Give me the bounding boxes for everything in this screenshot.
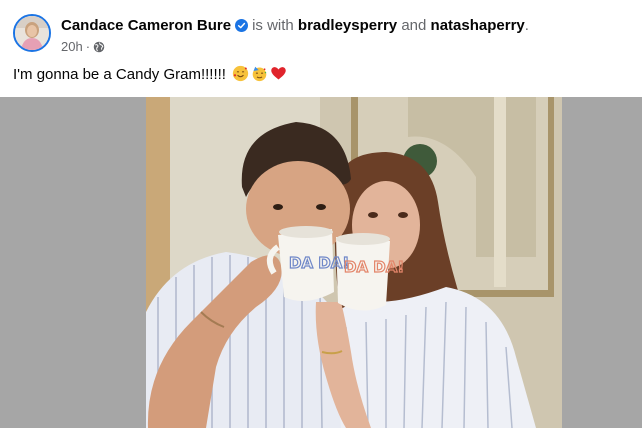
mug-right-text: DA DA! <box>344 258 404 276</box>
post-meta: 20h · <box>61 39 105 57</box>
post-timestamp[interactable]: 20h <box>61 39 83 54</box>
and-text: and <box>401 17 427 34</box>
avatar-image <box>15 16 49 50</box>
tagged-user-bradleysperry[interactable]: bradleysperry <box>298 17 397 34</box>
red-heart-icon <box>270 65 287 88</box>
post-photo-area[interactable]: DA DA! DA DA! <box>0 97 642 428</box>
post-photo[interactable]: DA DA! DA DA! <box>146 97 562 428</box>
tagged-user-natashaperry[interactable]: natashaperry <box>431 17 525 34</box>
couple-photo-image: DA DA! DA DA! <box>146 97 562 428</box>
meta-separator: · <box>85 39 91 54</box>
smiling-face-with-hearts-icon <box>232 65 249 88</box>
post-caption: I'm gonna be a Candy Gram!!!!!! <box>13 65 287 88</box>
caption-text: I'm gonna be a Candy Gram!!!!!! <box>13 66 226 83</box>
period-text: . <box>524 17 529 34</box>
mug-left-text: DA DA! <box>289 254 349 272</box>
post-header: Candace Cameron Bure is with bradleysperr… <box>0 0 642 97</box>
verified-badge-icon <box>235 18 249 38</box>
globe-icon[interactable] <box>93 41 105 57</box>
author-line: Candace Cameron Bure is with bradleysperr… <box>61 16 529 38</box>
author-name[interactable]: Candace Cameron Bure <box>61 17 231 34</box>
is-with-text: is with <box>252 17 294 34</box>
partying-face-icon <box>251 65 268 88</box>
author-avatar[interactable] <box>13 14 51 52</box>
